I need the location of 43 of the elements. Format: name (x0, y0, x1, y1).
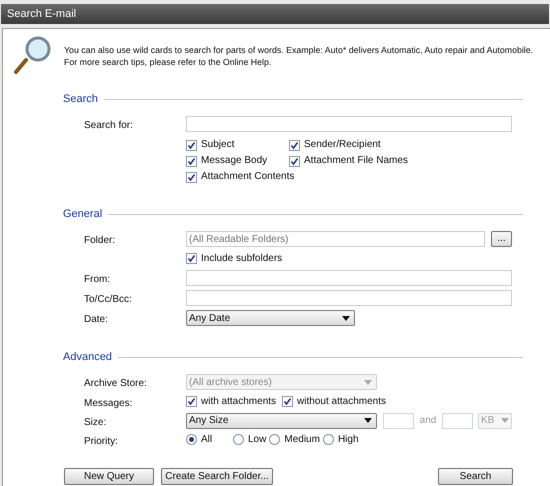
field-label: To/Cc/Bcc: (84, 294, 132, 305)
checkbox[interactable]: Message Body (186, 153, 268, 169)
browse-button[interactable]: ... (491, 231, 512, 247)
size-field[interactable] (442, 412, 473, 428)
action-button[interactable]: New Query (64, 468, 154, 485)
radio-button[interactable]: All (186, 432, 233, 447)
field-label: Date: (84, 314, 108, 325)
section-title: Advanced (63, 350, 112, 365)
checkbox[interactable]: Attachment File Names (289, 153, 408, 169)
caret-icon (364, 418, 372, 423)
dropdown[interactable]: Any Size (186, 412, 377, 428)
size-field[interactable] (383, 412, 414, 428)
radio-button[interactable]: Medium (269, 432, 323, 447)
field-label: Messages: (84, 398, 132, 408)
checkbox[interactable]: with attachments (186, 394, 276, 410)
and-label: and (418, 414, 438, 428)
field-label: Folder: (84, 235, 116, 246)
info-text: You can also use wild cards to search for parts of words. Example: Auto* delivers Automatic, Auto repair and Automobile. For more search tips, please refer to the Online Help. (64, 44, 534, 69)
checkbox[interactable]: Attachment Contents (186, 169, 294, 185)
checkbox[interactable]: Subject (186, 137, 234, 153)
field-label: Priority: (84, 436, 118, 446)
folder-field[interactable]: (All Readable Folders) (186, 231, 485, 247)
caret-icon (501, 418, 509, 423)
checkbox[interactable]: without attachments (282, 394, 386, 410)
window-title: Search E-mail (7, 6, 76, 22)
dropdown[interactable]: Any Date (186, 310, 355, 326)
field-label: Size: (84, 416, 106, 428)
field-label: Search for: (84, 120, 133, 131)
action-button[interactable]: Search (438, 468, 513, 485)
section-title: General (63, 206, 102, 222)
text-field[interactable] (186, 116, 512, 132)
text-field[interactable] (186, 290, 512, 306)
radio-button[interactable]: High (322, 432, 373, 447)
section-title: Search (63, 92, 98, 107)
text-field[interactable] (186, 270, 512, 286)
checkbox[interactable]: Sender/Recipient (289, 137, 381, 153)
field-label: From: (84, 274, 110, 285)
field-label: Archive Store: (84, 378, 147, 389)
checkbox[interactable]: Include subfolders (186, 250, 282, 266)
radio-button[interactable]: Low (233, 432, 270, 447)
caret-icon (342, 316, 350, 320)
action-button[interactable]: Create Search Folder... (161, 468, 273, 485)
caret-icon (364, 380, 372, 384)
